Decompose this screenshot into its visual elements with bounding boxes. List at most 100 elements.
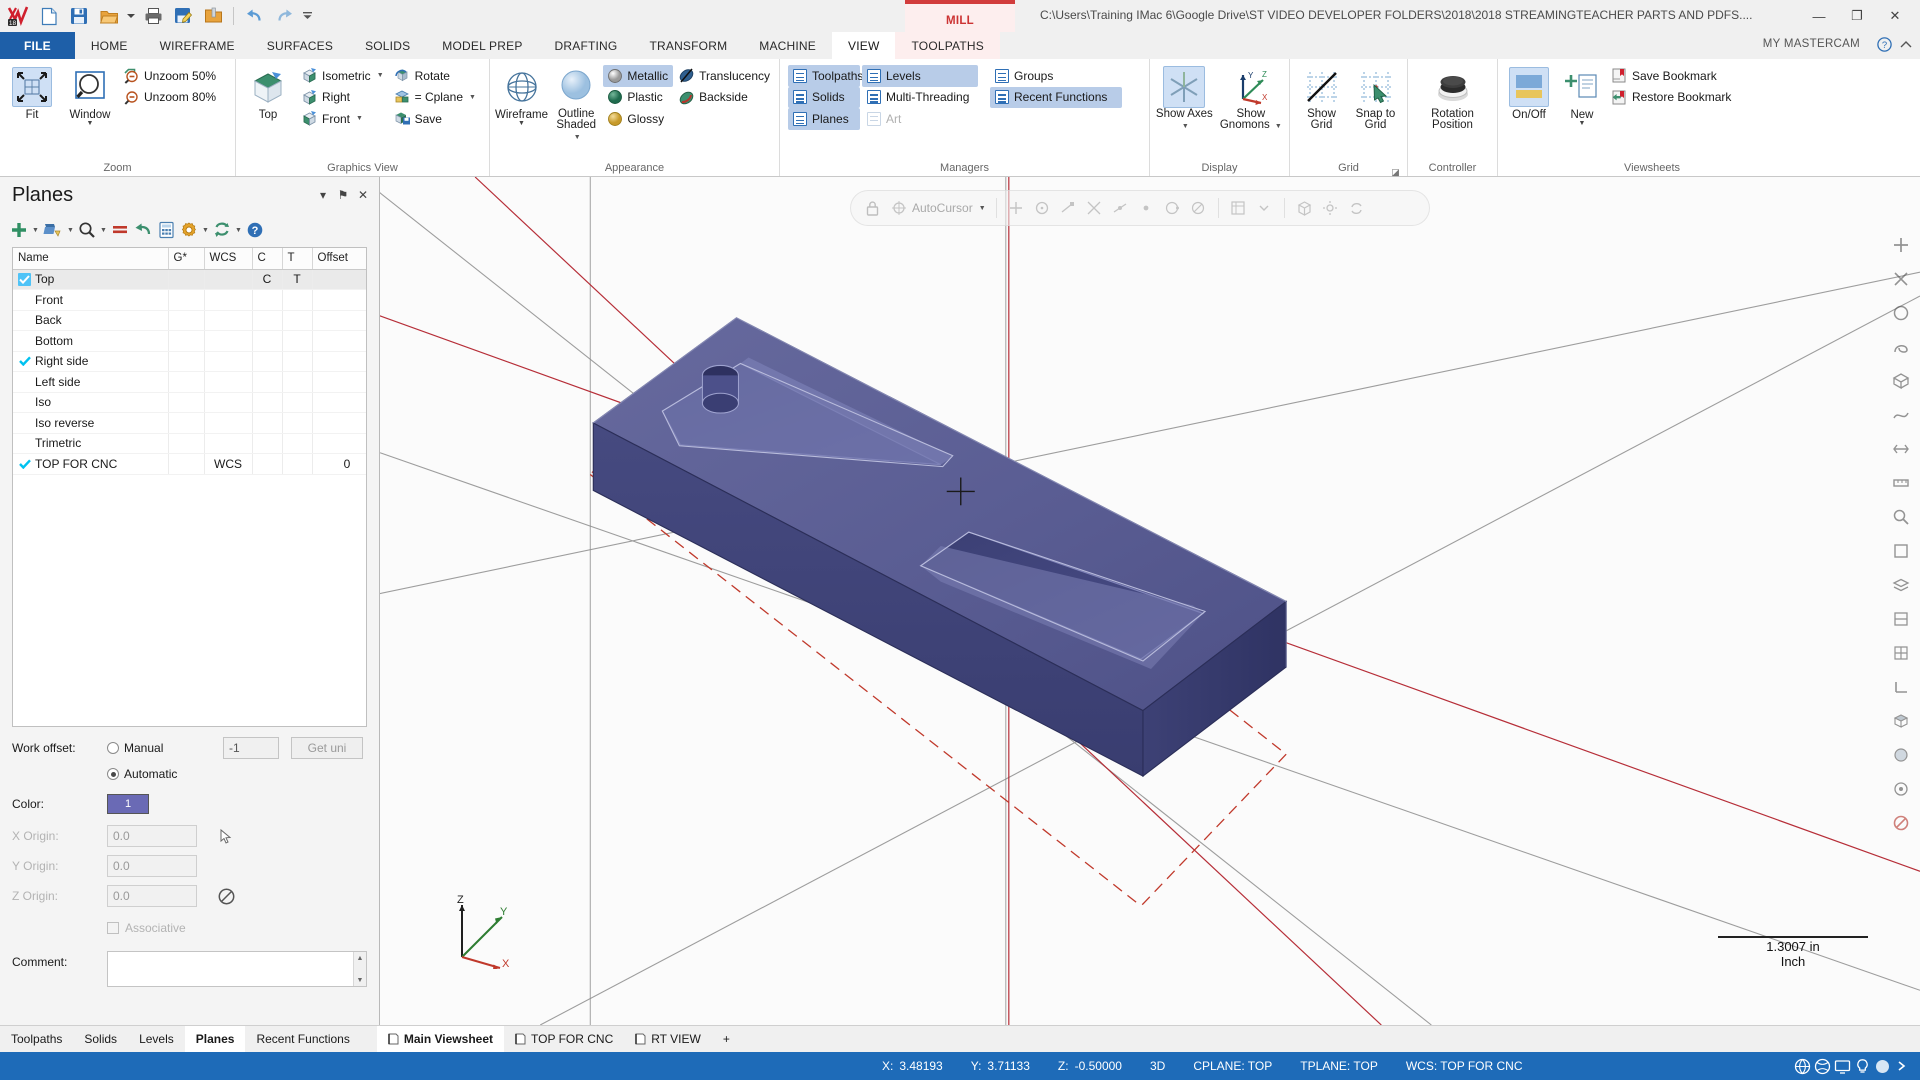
x-origin-input[interactable]: 0.0 [107,825,197,847]
table-row[interactable]: Trimetric [13,433,366,454]
open-dropdown-caret[interactable] [125,3,137,29]
cell-plane-name[interactable]: Left side [13,371,169,393]
solid-icon[interactable] [1886,709,1916,733]
cell-c[interactable] [252,289,283,311]
plane-check-icon[interactable] [18,355,31,368]
cell-t[interactable] [282,371,313,393]
ruler-icon[interactable] [1886,471,1916,495]
cell-c[interactable] [252,371,283,393]
manager-tab-planes[interactable]: Planes [184,1026,246,1052]
dynamic-rotate-icon[interactable] [1886,267,1916,291]
planes-manager-button[interactable]: Planes [788,108,860,130]
col-header-c[interactable]: C [252,248,283,270]
autocursor-solid-icon[interactable] [1295,199,1314,218]
outline-shaded-button[interactable]: Outline Shaded ▼ [551,63,601,143]
multi-threading-manager-button[interactable]: Multi-Threading [862,87,978,109]
cell-t[interactable] [282,310,313,331]
cell-plane-name[interactable]: Trimetric [13,433,169,454]
save-icon[interactable] [65,3,93,29]
cell-wcs[interactable] [204,330,253,352]
cell-c[interactable] [252,392,283,413]
cell-c[interactable] [252,453,283,475]
chevron-down-icon[interactable]: ▼ [979,205,986,212]
planes-table-container[interactable]: Name G* WCS C T Offset Top C T Front Back Bot… [12,247,367,727]
unzoom-50-button[interactable]: Unzoom 50% [120,65,221,87]
glossy-button[interactable]: Glossy [603,108,673,130]
cell-g[interactable] [168,412,205,434]
cell-g[interactable] [168,289,205,311]
flip-icon[interactable] [1886,437,1916,461]
manager-tab-recent-functions[interactable]: Recent Functions [245,1026,360,1052]
help-icon[interactable]: ? [1877,37,1892,55]
analyze-icon[interactable] [1886,505,1916,529]
cell-offset[interactable] [312,412,366,434]
cell-offset[interactable] [312,310,366,331]
viewsheets-onoff-button[interactable]: On/Off [1502,63,1556,121]
autocursor-toolbar[interactable]: AutoCursor ▼ [850,190,1430,226]
section-icon[interactable] [1886,607,1916,631]
cell-offset[interactable] [312,269,366,290]
cell-t[interactable] [282,453,313,475]
shade-icon[interactable] [1886,743,1916,767]
collapse-ribbon-icon[interactable] [1900,39,1912,54]
wireframe-button[interactable]: Wireframe ▼ [494,63,549,127]
cell-plane-name[interactable]: Right side [13,351,169,372]
no-entry-icon[interactable] [1886,811,1916,835]
save-view-button[interactable]: Save [391,108,481,130]
mesh-icon[interactable] [1886,369,1916,393]
cell-g[interactable] [168,371,205,393]
panel-dropdown-icon[interactable]: ▾ [313,185,333,205]
table-row[interactable]: Left side [13,371,366,393]
autocursor-point-icon[interactable] [1137,199,1156,218]
zip2go-icon[interactable] [199,3,227,29]
table-row[interactable]: Bottom [13,330,366,352]
close-button[interactable]: ✕ [1876,4,1914,28]
box-icon[interactable] [1886,539,1916,563]
col-header-t[interactable]: T [282,248,313,270]
axis-icon[interactable] [1886,675,1916,699]
chevron-icon[interactable] [1892,1056,1912,1076]
spiral-icon[interactable] [1886,335,1916,359]
cell-plane-name[interactable]: Iso [13,392,169,413]
minimize-button[interactable]: — [1800,4,1838,28]
find-plane-dropdown-caret[interactable]: ▼ [99,217,108,243]
isometric-view-button[interactable]: Isometric ▼ [298,65,389,87]
ribbon-tab-machine[interactable]: MACHINE [743,32,832,59]
plane-settings-button[interactable] [178,217,200,243]
chevron-down-icon[interactable]: ▼ [574,134,581,141]
undo-icon[interactable] [240,3,268,29]
autocursor-refresh-icon[interactable] [1347,199,1366,218]
plane-check-icon[interactable] [18,457,31,470]
translucency-button[interactable]: Translucency [675,65,775,87]
autocursor-settings-icon[interactable] [1321,199,1340,218]
ribbon-tab-file[interactable]: FILE [0,32,75,59]
autocursor-arc-center-icon[interactable] [1033,199,1052,218]
rotate-button[interactable]: Rotate [391,65,481,87]
front-view-button[interactable]: Front ▼ [298,108,389,130]
circle-icon[interactable] [1886,301,1916,325]
chevron-down-icon[interactable]: ▼ [87,120,94,127]
panel-close-icon[interactable]: ✕ [353,185,373,205]
undo-plane-button[interactable] [132,217,154,243]
ribbon-tab-home[interactable]: HOME [75,32,144,59]
cell-g[interactable] [168,330,205,352]
work-offset-manual-radio[interactable]: Manual [107,741,217,755]
cell-wcs[interactable] [204,371,253,393]
show-gnomons-button[interactable]: Y Z X Show Gnomons ▼ [1217,63,1285,132]
col-header-offset[interactable]: Offset [312,248,366,270]
save-bookmark-button[interactable]: Save Bookmark [1608,65,1736,87]
create-new-plane-button[interactable] [8,217,30,243]
status-cplane[interactable]: CPLANE: TOP [1179,1059,1286,1073]
globe-icon[interactable] [1792,1056,1812,1076]
cell-wcs[interactable] [204,433,253,454]
ribbon-tab-toolpaths[interactable]: TOOLPATHS [895,32,1000,59]
cell-g[interactable] [168,392,205,413]
backside-button[interactable]: Backside [675,87,775,109]
viewsheet-tab-rt-view[interactable]: RT VIEW [624,1026,712,1052]
window-zoom-button[interactable]: Window ▼ [62,63,118,127]
cell-wcs[interactable] [204,289,253,311]
fit-icon[interactable] [1886,233,1916,257]
chevron-down-icon[interactable] [1255,199,1274,218]
autocursor-relative-icon[interactable] [1229,199,1248,218]
my-mastercam-label[interactable]: MY MASTERCAM [1763,38,1860,50]
